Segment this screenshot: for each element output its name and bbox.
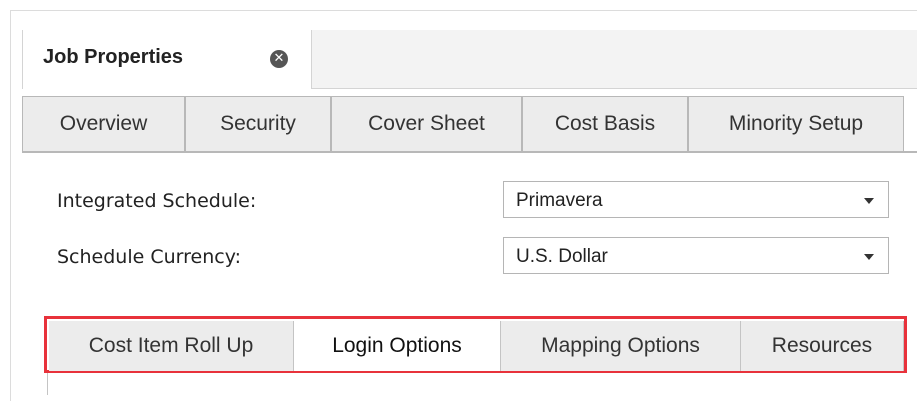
schedule-currency-label: Schedule Currency: [57,246,241,268]
subtab-resources[interactable]: Resources [741,321,904,371]
tab-security[interactable]: Security [185,96,331,151]
divider [47,373,48,395]
integrated-schedule-dropdown[interactable]: Primavera [503,181,889,218]
integrated-schedule-label: Integrated Schedule: [57,190,257,212]
subtab-cost-item-roll-up[interactable]: Cost Item Roll Up [49,321,294,371]
tab-cost-basis[interactable]: Cost Basis [522,96,688,151]
document-tab-title: Job Properties [43,46,184,68]
tab-overview[interactable]: Overview [22,96,185,151]
tab-cover-sheet[interactable]: Cover Sheet [331,96,522,151]
schedule-currency-dropdown[interactable]: U.S. Dollar [503,237,889,274]
integrated-schedule-value: Primavera [516,190,603,211]
tab-minority-setup[interactable]: Minority Setup [688,96,904,151]
schedule-currency-value: U.S. Dollar [516,246,608,267]
chevron-down-icon[interactable] [864,198,874,204]
close-icon[interactable]: ✕ [270,50,288,68]
chevron-down-icon[interactable] [864,254,874,260]
subtab-login-options[interactable]: Login Options [294,321,501,371]
subtab-mapping-options[interactable]: Mapping Options [501,321,741,371]
main-tab-strip: Overview Security Cover Sheet Cost Basis… [22,96,917,153]
sub-tab-strip-highlight: Cost Item Roll Up Login Options Mapping … [44,316,907,373]
document-tab-job-properties[interactable]: Job Properties ✕ [22,30,312,89]
